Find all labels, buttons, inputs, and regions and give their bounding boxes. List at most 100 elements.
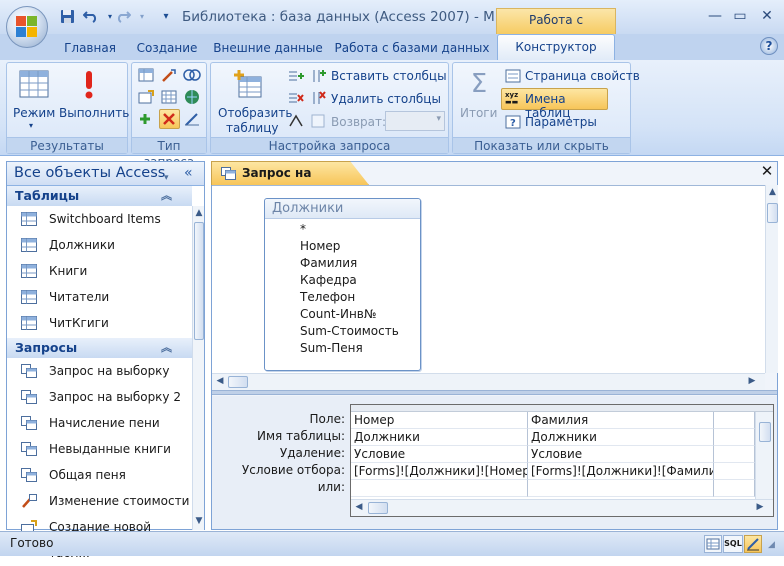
nav-item-query[interactable]: Начисление пени — [7, 410, 192, 436]
delete-query-icon[interactable] — [159, 109, 180, 129]
save-icon[interactable] — [58, 8, 76, 24]
help-button[interactable]: ? — [760, 37, 778, 55]
scroll-right-arrow-icon[interactable]: ▶ — [755, 502, 765, 512]
property-sheet-label[interactable]: Страница свойств — [525, 69, 640, 83]
tab-home[interactable]: Главная — [58, 38, 122, 60]
grid-cell-table[interactable]: Должники — [351, 429, 528, 446]
nav-item-query[interactable]: Запрос на выборку 2 — [7, 384, 192, 410]
show-table-label-1[interactable]: Отобразить — [218, 106, 292, 120]
grid-cell-field[interactable]: Номер — [351, 412, 528, 429]
field-item[interactable]: Номер — [265, 238, 420, 255]
view-mode-label[interactable]: Режим — [13, 106, 55, 120]
grid-cell-or[interactable] — [351, 480, 528, 497]
delete-columns-icon[interactable] — [309, 90, 327, 106]
nav-item-query[interactable]: Запрос на выборку — [7, 358, 192, 384]
diagram-vertical-scrollbar[interactable]: ▲ — [765, 185, 778, 373]
customize-qat-icon[interactable]: ▾ — [157, 8, 175, 24]
table-names-button[interactable]: xyz ▬▬ Имена таблиц — [501, 88, 608, 120]
grid-cell-criteria[interactable]: [Forms]![Должники]![Фамилия] — [528, 463, 714, 480]
union-query-icon[interactable] — [182, 66, 202, 84]
diagram-horizontal-scrollbar[interactable]: ◀ ▶ — [212, 373, 765, 390]
resize-grip-icon[interactable]: ◢ — [768, 540, 780, 552]
sql-view-button[interactable]: SQL — [723, 535, 743, 553]
nav-section-queries[interactable]: Запросы ︽ — [7, 338, 192, 358]
view-mode-dropdown-icon[interactable]: ▾ — [29, 121, 33, 130]
grid-cell-empty[interactable] — [714, 429, 755, 446]
scroll-down-arrow-icon[interactable]: ▼ — [194, 516, 204, 526]
run-icon[interactable] — [79, 69, 99, 101]
show-table-label-2[interactable]: таблицу — [226, 121, 278, 135]
scroll-left-arrow-icon[interactable]: ◀ — [215, 376, 225, 386]
nav-menu-dropdown-icon[interactable]: ▾ — [164, 167, 176, 183]
grid-vertical-scrollbar[interactable] — [755, 412, 773, 499]
delete-rows-icon[interactable] — [287, 90, 305, 106]
data-definition-query-icon[interactable] — [182, 110, 202, 128]
office-button[interactable] — [6, 6, 48, 48]
parameters-label[interactable]: Параметры — [525, 115, 597, 129]
grid-cell-empty[interactable] — [714, 480, 755, 497]
nav-scroll-thumb[interactable] — [194, 222, 204, 340]
insert-columns-icon[interactable] — [309, 68, 327, 84]
tab-design[interactable]: Конструктор — [497, 34, 615, 60]
show-table-icon[interactable] — [231, 67, 265, 101]
nav-scrollbar[interactable]: ▲ ▼ — [192, 206, 204, 530]
nav-item-table[interactable]: Switchboard Items — [7, 206, 192, 232]
totals-label[interactable]: Итоги — [460, 106, 497, 120]
tab-external-data[interactable]: Внешние данные — [212, 38, 324, 60]
grid-cell-empty[interactable] — [714, 463, 755, 480]
nav-item-query[interactable]: Изменение стоимости — [7, 488, 192, 514]
grid-cell-criteria[interactable]: [Forms]![Должники]![Номер] — [351, 463, 528, 480]
parameters-icon[interactable]: ? — [504, 114, 522, 130]
crosstab-query-icon[interactable] — [159, 88, 179, 106]
minimize-button[interactable]: — — [703, 6, 727, 26]
redo-icon[interactable] — [114, 8, 132, 24]
nav-item-table[interactable]: ЧитКгиги — [7, 310, 192, 336]
nav-section-tables[interactable]: Таблицы ︽ — [7, 186, 192, 206]
append-query-icon[interactable] — [136, 110, 156, 128]
design-view-icon[interactable] — [744, 535, 762, 553]
field-item[interactable]: Кафедра — [265, 272, 420, 289]
chevron-up-icon[interactable]: ︽ — [161, 338, 172, 357]
nav-item-table[interactable]: Книги — [7, 258, 192, 284]
undo-icon[interactable] — [82, 8, 100, 24]
field-item[interactable]: Count-Инв№ — [265, 306, 420, 323]
grid-cell-empty[interactable] — [714, 412, 755, 429]
field-item[interactable]: Sum-Пеня — [265, 340, 420, 357]
redo-dropdown-icon[interactable]: ▾ — [133, 8, 151, 24]
tab-create[interactable]: Создание — [130, 38, 204, 60]
column-selector-row[interactable] — [351, 405, 773, 412]
builder-icon[interactable] — [287, 113, 305, 129]
field-list-title[interactable]: Должники — [265, 199, 420, 219]
field-list-table[interactable]: Должники * Номер Фамилия Кафедра Телефон… — [264, 198, 421, 371]
select-query-icon[interactable] — [136, 66, 156, 84]
view-mode-icon[interactable] — [17, 69, 51, 99]
restore-button[interactable]: ▭ — [728, 6, 752, 26]
nav-collapse-icon[interactable]: « — [184, 162, 200, 184]
tab-database-tools[interactable]: Работа с базами данных — [332, 38, 492, 60]
totals-icon[interactable]: Σ — [467, 69, 491, 99]
grid-cell-delete[interactable]: Условие — [528, 446, 714, 463]
grid-cell-field[interactable]: Фамилия — [528, 412, 714, 429]
insert-columns-label[interactable]: Вставить столбцы — [331, 69, 447, 83]
nav-item-query[interactable]: Общая пеня — [7, 462, 192, 488]
field-item[interactable]: Телефон — [265, 289, 420, 306]
scroll-up-arrow-icon[interactable]: ▲ — [767, 187, 778, 197]
insert-rows-icon[interactable] — [287, 68, 305, 84]
update-query-icon[interactable] — [159, 66, 179, 84]
scroll-right-arrow-icon[interactable]: ▶ — [747, 376, 757, 386]
document-close-button[interactable]: ✕ — [758, 162, 776, 180]
delete-columns-label[interactable]: Удалить столбцы — [331, 92, 441, 106]
field-item[interactable]: * — [265, 221, 420, 238]
grid-cell-delete[interactable]: Условие — [351, 446, 528, 463]
run-label[interactable]: Выполнить — [59, 106, 129, 120]
field-item[interactable]: Sum-Стоимость — [265, 323, 420, 340]
chevron-up-icon[interactable]: ︽ — [161, 186, 172, 205]
datasheet-view-icon[interactable] — [704, 535, 722, 553]
diagram-hscroll-thumb[interactable] — [228, 376, 248, 388]
nav-item-table[interactable]: Должники — [7, 232, 192, 258]
grid-cell-or[interactable] — [528, 480, 714, 497]
grid-cell-table[interactable]: Должники — [528, 429, 714, 446]
pass-through-query-icon[interactable] — [182, 88, 202, 106]
diagram-vscroll-thumb[interactable] — [767, 203, 778, 223]
document-tab[interactable]: Запрос на удаление — [211, 161, 369, 185]
